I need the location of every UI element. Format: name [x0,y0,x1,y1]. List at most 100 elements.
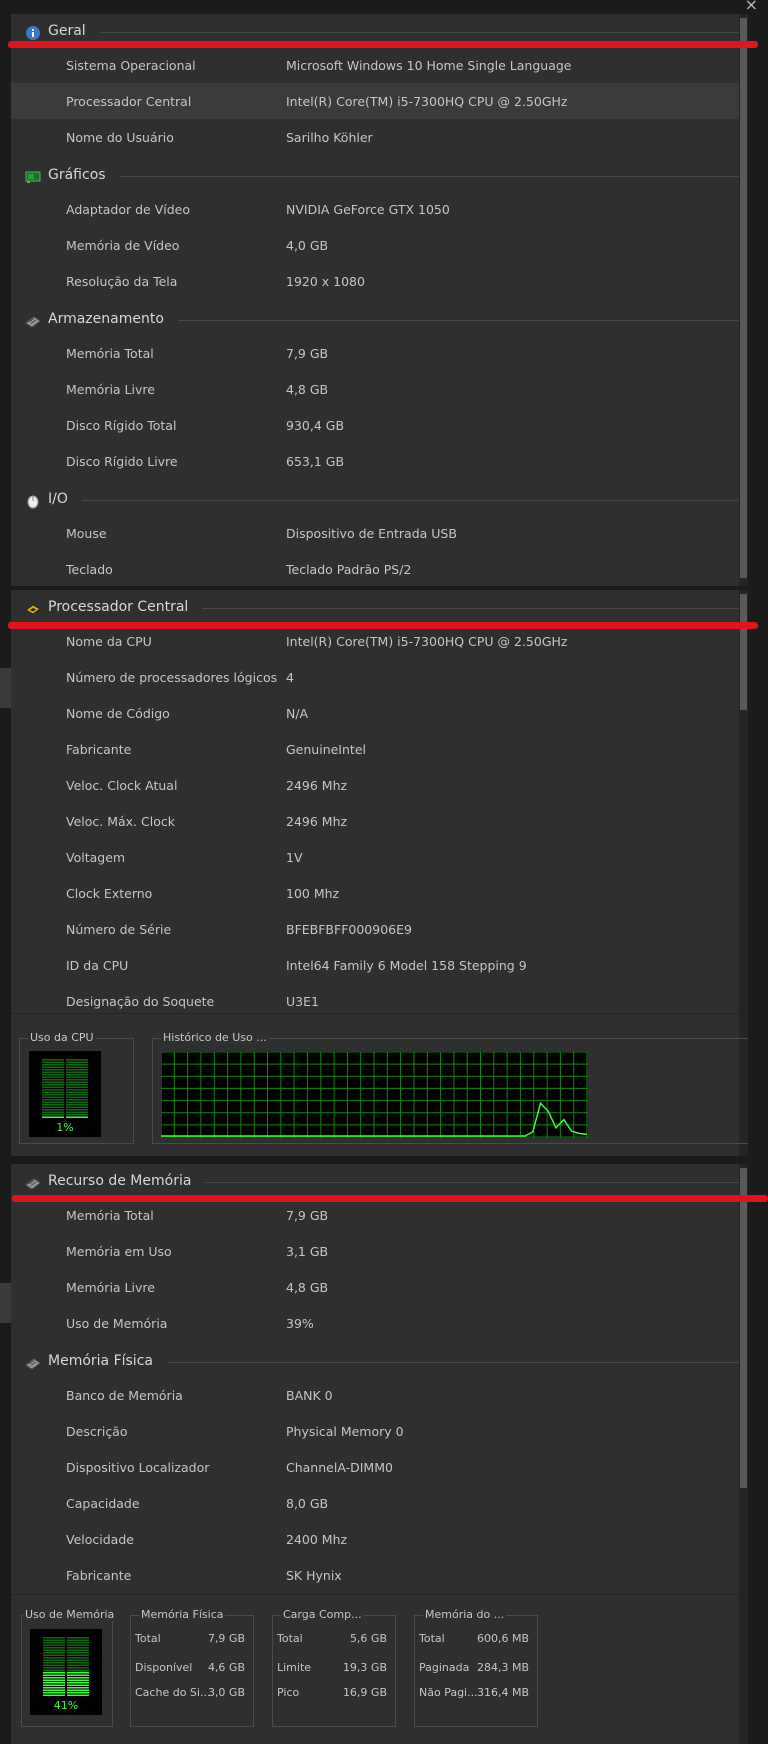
property-label: Memória Total [66,1208,154,1223]
general-info-panel: Geral Sistema Operacional Microsoft Window… [11,14,748,586]
property-row[interactable]: Memória Livre 4,8 GB [11,371,739,407]
property-value: 39% [286,1316,314,1331]
usage-history-graph [161,1052,588,1138]
memory-stats-title: Carga Comp... [281,1608,364,1621]
property-label: Banco de Memória [66,1388,183,1403]
property-row[interactable]: Uso de Memória 39% [11,1305,739,1341]
property-row[interactable]: Veloc. Máx. Clock 2496 Mhz [11,803,739,839]
stat-label: Total [277,1632,303,1645]
property-label: Sistema Operacional [66,58,196,73]
property-label: Fabricante [66,742,132,757]
property-label: Memória Total [66,346,154,361]
property-row[interactable]: Designação do Soquete U3E1 [11,983,739,1019]
property-row[interactable]: Nome de Código N/A [11,695,739,731]
close-icon[interactable]: × [745,0,758,14]
property-row[interactable]: Nome do Usuário Sarilho Köhler [11,119,739,155]
property-value: N/A [286,706,309,721]
property-label: Veloc. Máx. Clock [66,814,175,829]
property-row[interactable]: Sistema Operacional Microsoft Windows 10 … [11,47,739,83]
stat-value: 3,0 GB [207,1686,245,1699]
property-label: Clock Externo [66,886,153,901]
property-value: 3,1 GB [286,1244,329,1259]
meter-divider [65,1637,67,1697]
left-edge-block [0,1283,11,1323]
memory-usage-group: Uso de Memória 41% [21,1608,117,1727]
memory-chip-icon [25,1175,41,1190]
property-value: BANK 0 [286,1388,333,1403]
property-row[interactable]: Número de processadores lógicos 4 [11,659,739,695]
stat-value: 600,6 MB [476,1632,529,1645]
section-header: Gráficos [11,158,739,194]
property-row[interactable]: Clock Externo 100 Mhz [11,875,739,911]
property-value: Sarilho Köhler [286,130,373,145]
property-value: 100 Mhz [286,886,340,901]
graphics-card-icon [25,169,41,183]
memory-usage-meter: 41% [30,1629,102,1715]
property-value: 2496 Mhz [286,814,348,829]
property-label: Número de Série [66,922,172,937]
section-title: Gráficos [48,167,106,183]
property-row[interactable]: Memória Total 7,9 GB [11,1197,739,1233]
property-row[interactable]: ID da CPU Intel64 Family 6 Model 158 Step… [11,947,739,983]
property-value: 653,1 GB [286,454,345,469]
property-value: Physical Memory 0 [286,1424,404,1439]
property-row[interactable]: Memória em Uso 3,1 GB [11,1233,739,1269]
scrollbar[interactable] [739,1164,748,1744]
property-row[interactable]: Descrição Physical Memory 0 [11,1413,739,1449]
property-row[interactable]: Memória de Vídeo 4,0 GB [11,227,739,263]
meter-divider [64,1059,66,1119]
property-label: Memória Livre [66,382,155,397]
info-icon [25,25,41,40]
section-divider [167,1362,739,1363]
property-row[interactable]: Memória Livre 4,8 GB [11,1269,739,1305]
property-row[interactable]: Fabricante SK Hynix [11,1557,739,1593]
property-row[interactable]: Dispositivo Localizador ChannelA-DIMM0 [11,1449,739,1485]
property-row[interactable]: Veloc. Clock Atual 2496 Mhz [11,767,739,803]
property-value: 1920 x 1080 [286,274,365,289]
section-divider [202,608,739,609]
scrollbar-thumb[interactable] [740,594,747,710]
property-value: Intel(R) Core(TM) i5-7300HQ CPU @ 2.50GH… [286,94,568,109]
property-row[interactable]: Processador Central Intel(R) Core(TM) i5-… [11,83,739,119]
stat-value: 5,6 GB [349,1632,387,1645]
property-row[interactable]: Número de Série BFEBFBFF000906E9 [11,911,739,947]
property-row[interactable]: Capacidade 8,0 GB [11,1485,739,1521]
section-header: Processador Central [11,590,739,626]
property-row[interactable]: Mouse Dispositivo de Entrada USB [11,515,739,551]
memory-stats-title: Memória do ... [423,1608,507,1621]
property-row[interactable]: Velocidade 2400 Mhz [11,1521,739,1557]
property-label: Processador Central [66,94,192,109]
property-label: Disco Rígido Livre [66,454,178,469]
property-label: Descrição [66,1424,128,1439]
property-label: Número de processadores lógicos [66,670,278,685]
property-row[interactable]: Voltagem 1V [11,839,739,875]
property-label: ID da CPU [66,958,129,973]
property-row[interactable]: Disco Rígido Total 930,4 GB [11,407,739,443]
section-title: I/O [48,491,68,507]
property-row[interactable]: Resolução da Tela 1920 x 1080 [11,263,739,299]
scrollbar-thumb[interactable] [740,18,747,578]
cpu-usage-group: Uso da CPU 1% [19,1031,134,1144]
ram-chip-icon [25,1355,41,1370]
property-value: ChannelA-DIMM0 [286,1460,393,1475]
property-row[interactable]: Fabricante GenuineIntel [11,731,739,767]
property-label: Memória em Uso [66,1244,172,1259]
section-title: Recurso de Memória [48,1173,192,1189]
property-value: 1V [286,850,303,865]
property-label: Nome da CPU [66,634,152,649]
property-row[interactable]: Disco Rígido Livre 653,1 GB [11,443,739,479]
property-label: Dispositivo Localizador [66,1460,210,1475]
property-label: Disco Rígido Total [66,418,177,433]
property-row[interactable]: Teclado Teclado Padrão PS/2 [11,551,739,586]
stat-label: Limite [277,1661,312,1674]
property-row[interactable]: Banco de Memória BANK 0 [11,1377,739,1413]
property-value: 2496 Mhz [286,778,348,793]
scrollbar[interactable] [739,14,748,586]
property-label: Nome do Usuário [66,130,174,145]
cpu-usage-meter: 1% [29,1051,101,1137]
section-divider [82,500,739,501]
scrollbar-thumb[interactable] [740,1168,747,1488]
property-value: NVIDIA GeForce GTX 1050 [286,202,450,217]
property-row[interactable]: Memória Total 7,9 GB [11,335,739,371]
property-row[interactable]: Adaptador de Vídeo NVIDIA GeForce GTX 105… [11,191,739,227]
